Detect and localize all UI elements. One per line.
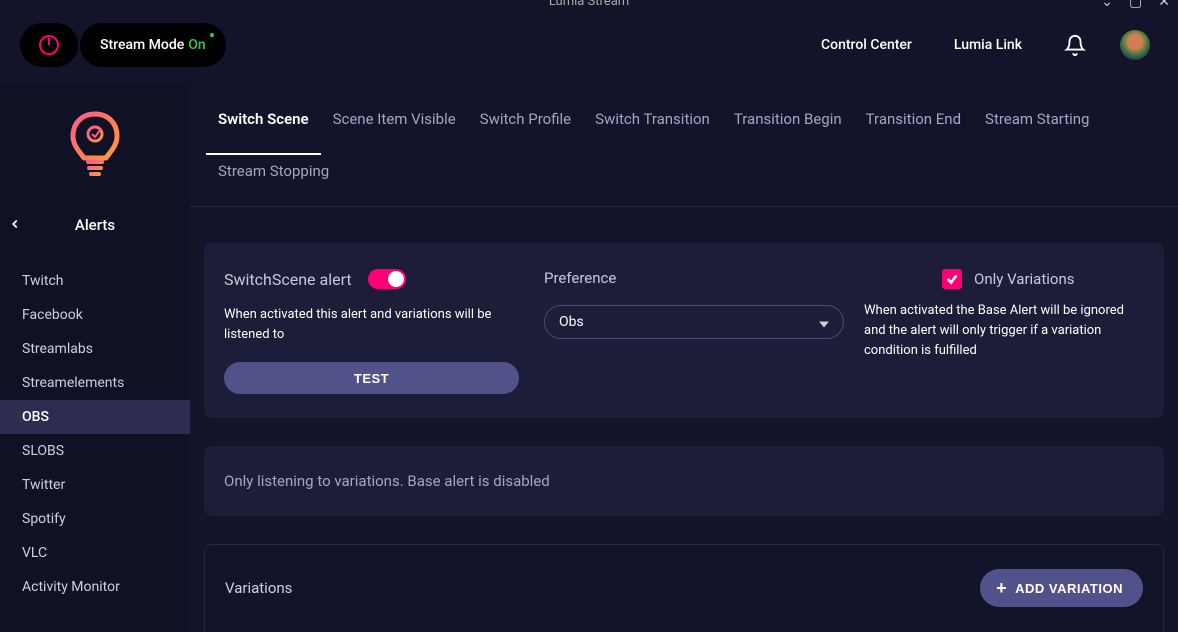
sidebar-item-streamelements[interactable]: Streamelements (0, 366, 190, 400)
variations-title: Variations (225, 579, 292, 597)
avatar[interactable] (1120, 30, 1150, 60)
app-logo-button[interactable] (20, 23, 78, 67)
tab-scene-item-visible[interactable]: Scene Item Visible (321, 102, 468, 140)
tab-switch-profile[interactable]: Switch Profile (468, 102, 583, 140)
tab-stream-starting[interactable]: Stream Starting (973, 102, 1101, 140)
caret-down-icon (819, 313, 829, 332)
preference-label: Preference (544, 269, 844, 287)
preference-value: Obs (559, 314, 584, 330)
lightbulb-icon (68, 110, 122, 178)
check-icon (945, 272, 959, 286)
tab-switch-scene[interactable]: Switch Scene (206, 102, 321, 155)
nav-lumia-link[interactable]: Lumia Link (954, 37, 1022, 53)
tab-switch-transition[interactable]: Switch Transition (583, 102, 722, 140)
sidebar-item-streamlabs[interactable]: Streamlabs (0, 332, 190, 366)
alert-settings-card: SwitchScene alert When activated this al… (204, 243, 1164, 418)
titlebar: Lumia Stream ⌄ ▢ ✕ (0, 0, 1178, 8)
window-close-icon[interactable]: ✕ (1158, 0, 1170, 10)
only-variations-checkbox[interactable] (942, 269, 962, 289)
variations-card: Variations + ADD VARIATION (204, 544, 1164, 632)
bell-icon (1064, 34, 1086, 56)
window-title: Lumia Stream (549, 0, 629, 9)
stream-mode-state: On (188, 37, 205, 53)
sidebar-section-title: Alerts (8, 216, 182, 234)
sidebar-section-header: Alerts (0, 206, 190, 244)
sidebar-item-slobs[interactable]: SLOBS (0, 434, 190, 468)
sidebar-item-twitter[interactable]: Twitter (0, 468, 190, 502)
only-variations-label: Only Variations (974, 270, 1074, 288)
stream-mode-label: Stream Mode (100, 37, 184, 53)
info-banner: Only listening to variations. Base alert… (204, 446, 1164, 516)
back-button[interactable] (8, 216, 22, 235)
preference-select[interactable]: Obs (544, 305, 844, 339)
sidebar: Alerts TwitchFacebookStreamlabsStreamele… (0, 82, 190, 632)
alert-toggle-desc: When activated this alert and variations… (224, 305, 524, 344)
sidebar-item-facebook[interactable]: Facebook (0, 298, 190, 332)
brand-logo (0, 96, 190, 206)
notifications-button[interactable] (1064, 34, 1086, 56)
header: Stream Mode On Control Center Lumia Link (0, 8, 1178, 82)
tab-stream-stopping[interactable]: Stream Stopping (206, 154, 341, 192)
test-button[interactable]: TEST (224, 362, 519, 394)
window-maximize-icon[interactable]: ▢ (1129, 0, 1142, 10)
plus-icon: + (996, 579, 1007, 597)
tab-transition-end[interactable]: Transition End (854, 102, 973, 140)
tab-transition-begin[interactable]: Transition Begin (722, 102, 854, 140)
power-icon (37, 33, 61, 57)
sidebar-item-obs[interactable]: OBS (0, 400, 190, 434)
chevron-down-icon[interactable]: ⌄ (1101, 0, 1113, 10)
sidebar-item-vlc[interactable]: VLC (0, 536, 190, 570)
content: Switch SceneScene Item VisibleSwitch Pro… (190, 82, 1178, 632)
add-variation-label: ADD VARIATION (1015, 581, 1123, 596)
window-controls: ⌄ ▢ ✕ (1101, 0, 1178, 10)
sidebar-item-activity-monitor[interactable]: Activity Monitor (0, 570, 190, 604)
sidebar-item-twitch[interactable]: Twitch (0, 264, 190, 298)
alert-toggle-label: SwitchScene alert (224, 270, 352, 289)
add-variation-button[interactable]: + ADD VARIATION (980, 569, 1143, 607)
tabs: Switch SceneScene Item VisibleSwitch Pro… (190, 82, 1178, 207)
stream-mode-toggle[interactable]: Stream Mode On (80, 23, 226, 67)
nav-control-center[interactable]: Control Center (821, 37, 912, 53)
only-variations-desc: When activated the Base Alert will be ig… (864, 301, 1134, 361)
chevron-left-icon (8, 217, 22, 231)
alert-toggle[interactable] (368, 269, 406, 289)
sidebar-item-spotify[interactable]: Spotify (0, 502, 190, 536)
